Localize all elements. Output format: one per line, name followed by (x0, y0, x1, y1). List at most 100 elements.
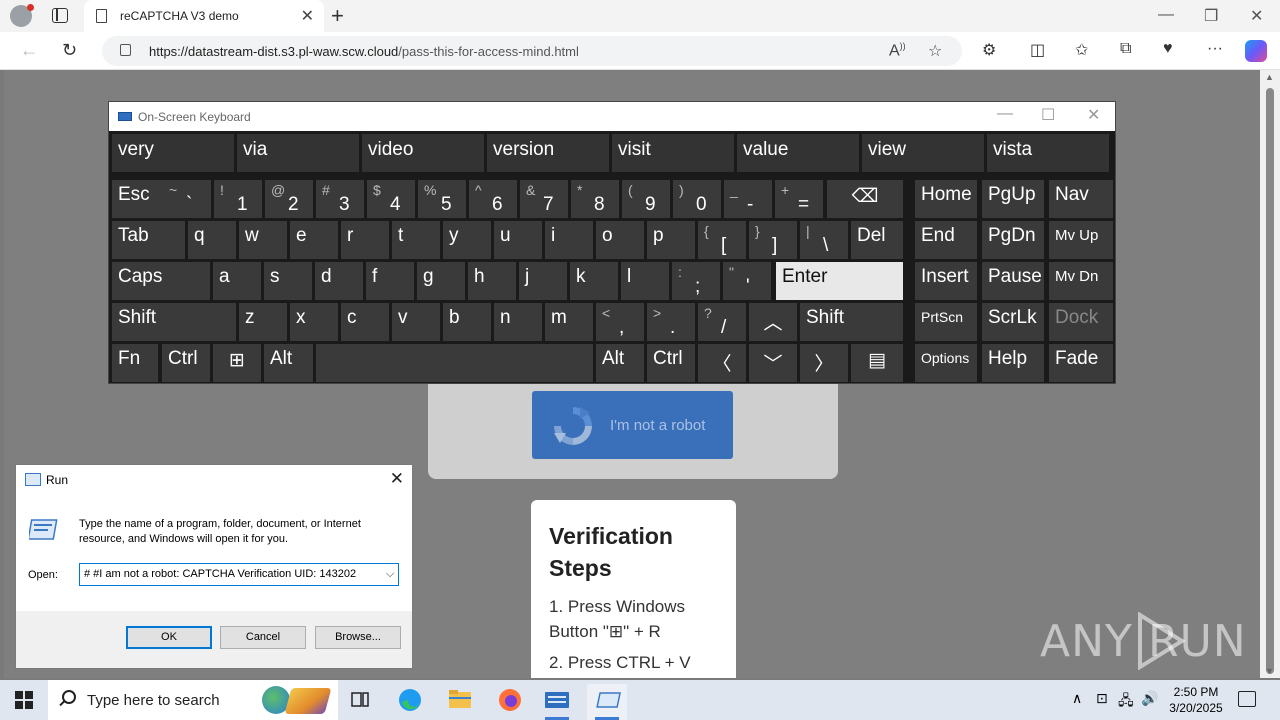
key-r[interactable]: r (341, 221, 389, 259)
osk-maximize-icon[interactable]: ☐ (1041, 105, 1055, 125)
lock-icon[interactable] (120, 44, 131, 56)
key-m[interactable]: m (545, 303, 593, 341)
more-options-icon[interactable]: ··· (1207, 40, 1223, 58)
osk-minimize-icon[interactable]: — (997, 105, 1013, 123)
scroll-up-icon[interactable]: ▲ (1265, 72, 1274, 82)
extensions-icon[interactable]: ⚙ (982, 40, 996, 60)
split-screen-icon[interactable]: ◫ (1030, 40, 1045, 60)
run-taskbar-icon[interactable] (587, 684, 627, 720)
key-asym-1[interactable]: " ' (723, 262, 771, 300)
collections-icon[interactable]: ⧉ (1120, 40, 1131, 58)
cancel-button[interactable]: Cancel (220, 626, 306, 649)
taskbar-search[interactable]: Type here to search (48, 680, 338, 720)
key-enter[interactable]: Enter (776, 262, 903, 300)
volume-icon[interactable]: 🔊 (1141, 690, 1158, 707)
key-num-1[interactable]: ! 1 (214, 180, 262, 218)
key-b[interactable]: b (443, 303, 491, 341)
scroll-down-icon[interactable]: ▼ (1265, 666, 1274, 676)
run-close-icon[interactable]: ✕ (390, 469, 404, 489)
key-help[interactable]: Help (982, 344, 1044, 382)
tab-actions-icon[interactable] (52, 8, 68, 23)
prediction-7[interactable]: vista (987, 134, 1109, 172)
key-fade[interactable]: Fade (1049, 344, 1113, 382)
key-num-11[interactable]: _ - (724, 180, 772, 218)
key-c[interactable]: c (341, 303, 389, 341)
key-insert[interactable]: Insert (915, 262, 977, 300)
key-qsym-2[interactable]: | \ (800, 221, 848, 259)
osk-taskbar-icon[interactable] (537, 684, 577, 720)
task-view-icon[interactable] (340, 684, 380, 720)
key-num-4[interactable]: $4 (367, 180, 415, 218)
prediction-0[interactable]: very (112, 134, 234, 172)
key-alt-left[interactable]: Alt (264, 344, 313, 382)
key-i[interactable]: i (545, 221, 593, 259)
prediction-2[interactable]: video (362, 134, 484, 172)
windows-key-icon[interactable]: ⊞ (213, 344, 261, 382)
key-ctrl-left[interactable]: Ctrl (162, 344, 210, 382)
key-arrow-up[interactable]: ︿ (749, 303, 797, 341)
window-close-icon[interactable]: ✕ (1250, 6, 1263, 26)
prediction-5[interactable]: value (737, 134, 859, 172)
copilot-icon[interactable] (1245, 40, 1267, 62)
key-num-7[interactable]: & 7 (520, 180, 568, 218)
key-prtscn[interactable]: PrtScn (915, 303, 977, 341)
restore-icon[interactable]: ❐ (1204, 6, 1218, 26)
favorites-icon[interactable]: ✩ (1075, 40, 1088, 60)
key-q[interactable]: q (188, 221, 236, 259)
prediction-3[interactable]: version (487, 134, 609, 172)
back-arrow-icon[interactable]: ← (20, 40, 38, 61)
key-x[interactable]: x (290, 303, 338, 341)
prediction-6[interactable]: view (862, 134, 984, 172)
key-t[interactable]: t (392, 221, 440, 259)
key-qsym-0[interactable]: {[ (698, 221, 746, 259)
windows-start-icon[interactable] (15, 691, 33, 709)
address-bar[interactable]: https://datastream-dist.s3.pl-waw.scw.cl… (102, 36, 962, 66)
key-ctrl-right[interactable]: Ctrl (647, 344, 695, 382)
key-num-3[interactable]: #3 (316, 180, 364, 218)
network-icon[interactable]: 🖧 (1118, 690, 1134, 714)
edge-taskbar-icon[interactable] (390, 684, 430, 720)
key-num-9[interactable]: (9 (622, 180, 670, 218)
reload-icon[interactable]: ↻ (62, 40, 77, 61)
tab-close-icon[interactable]: ✕ (301, 6, 314, 26)
key-asym-0[interactable]: :; (672, 262, 720, 300)
key-pause[interactable]: Pause (982, 262, 1044, 300)
key-zsym-0[interactable]: <, (596, 303, 644, 341)
scrollbar-thumb[interactable] (1266, 88, 1274, 674)
key-end[interactable]: End (915, 221, 977, 259)
read-aloud-icon[interactable]: A)) (889, 41, 906, 60)
key-p[interactable]: p (647, 221, 695, 259)
key-arrow-left[interactable]: 〈 (698, 344, 746, 382)
key-mvup[interactable]: Mv Up (1049, 221, 1113, 259)
key-shift-right[interactable]: Shift (800, 303, 903, 341)
key-del[interactable]: Del (851, 221, 903, 259)
key-home[interactable]: Home (915, 180, 977, 218)
prediction-1[interactable]: via (237, 134, 359, 172)
osk-close-icon[interactable]: ✕ (1087, 105, 1100, 125)
prediction-4[interactable]: visit (612, 134, 734, 172)
key-pgup[interactable]: PgUp (982, 180, 1044, 218)
ok-button[interactable]: OK (126, 626, 212, 649)
key-scrlk[interactable]: ScrLk (982, 303, 1044, 341)
key-num-8[interactable]: * 8 (571, 180, 619, 218)
notification-center-icon[interactable] (1238, 691, 1256, 707)
key-qsym-1[interactable]: }] (749, 221, 797, 259)
new-tab-icon[interactable]: + (331, 3, 344, 29)
key-num-5[interactable]: % 5 (418, 180, 466, 218)
key-num-12[interactable]: + = (775, 180, 823, 218)
key-caps[interactable]: Caps (112, 262, 210, 300)
key-num-10[interactable]: ) 0 (673, 180, 721, 218)
key-w[interactable]: w (239, 221, 287, 259)
key-g[interactable]: g (417, 262, 465, 300)
im-not-a-robot-button[interactable]: I'm not a robot (532, 391, 733, 459)
key-zsym-1[interactable]: >. (647, 303, 695, 341)
key-z[interactable]: z (239, 303, 287, 341)
key-options[interactable]: Options (915, 344, 977, 382)
key-num-6[interactable]: ^ 6 (469, 180, 517, 218)
key-nav[interactable]: Nav (1049, 180, 1113, 218)
favorite-star-icon[interactable]: ☆ (928, 41, 942, 61)
file-explorer-icon[interactable] (440, 684, 480, 720)
chevron-down-icon[interactable]: ⌵ (382, 564, 398, 585)
key-d[interactable]: d (315, 262, 363, 300)
key-mvdn[interactable]: Mv Dn (1049, 262, 1113, 300)
